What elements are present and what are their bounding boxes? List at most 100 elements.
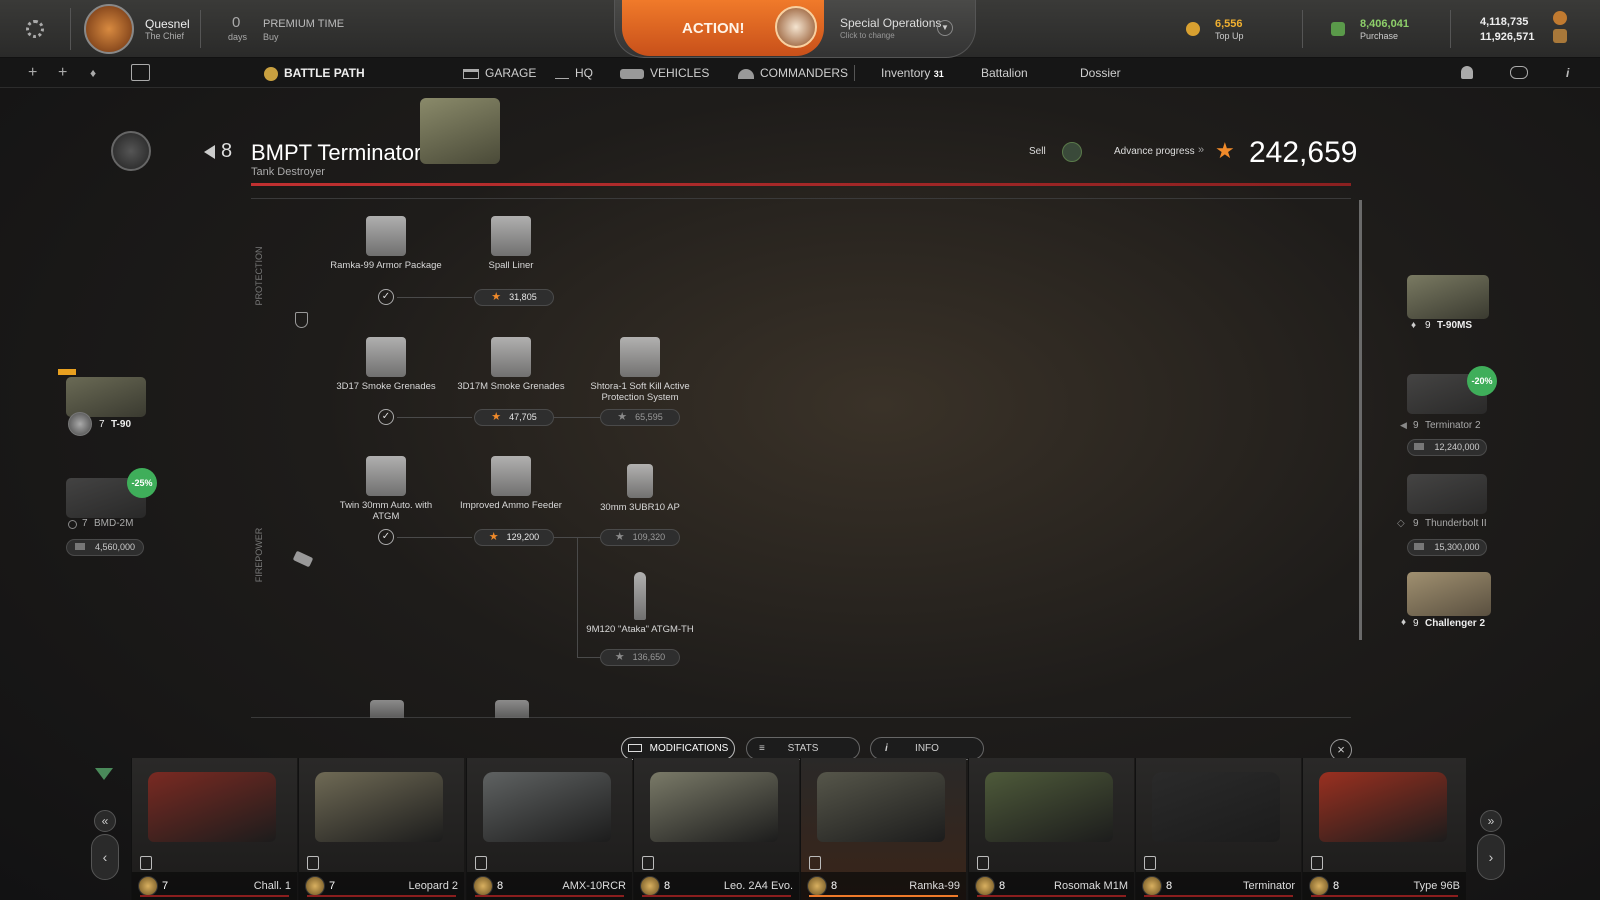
special-ops-label[interactable]: Special Operations	[840, 16, 941, 30]
tab-battle-path[interactable]: BATTLE PATH	[264, 58, 365, 88]
mod-cost-pill[interactable]: ★ 109,320	[600, 529, 680, 546]
filter-icon[interactable]	[95, 768, 113, 780]
player-name: Quesnel	[145, 17, 190, 31]
carousel-first-button[interactable]: «	[94, 810, 116, 832]
mod-3d17-smoke[interactable]: 3D17 Smoke Grenades	[326, 337, 446, 392]
carousel-vehicle-card[interactable]: 8 Terminator	[1135, 758, 1301, 900]
tree-vehicle-challenger2-tier: 9	[1413, 618, 1419, 629]
mod-name: 3D17M Smoke Grenades	[457, 381, 565, 392]
info-icon[interactable]: i	[1566, 58, 1569, 88]
buy-price-pill[interactable]: 12,240,000	[1407, 439, 1487, 456]
mod-shtora1[interactable]: Shtora-1 Soft Kill Active Protection Sys…	[580, 337, 700, 403]
gold-topup-link[interactable]: Top Up	[1215, 31, 1244, 41]
mod-3d17m-smoke[interactable]: 3D17M Smoke Grenades	[451, 337, 571, 392]
vehicle-name: BMPT Terminator	[251, 140, 422, 165]
smoke-grenade-icon	[366, 337, 406, 377]
health-bar	[977, 895, 1126, 897]
mod-cost-pill[interactable]: ★ 136,650	[600, 649, 680, 666]
tree-scrollbar[interactable]	[1359, 200, 1362, 640]
tier-chevron-icon	[204, 145, 215, 159]
carousel-vehicle-card[interactable]: 8 Rosomak M1M	[968, 758, 1134, 900]
tab-commanders[interactable]: COMMANDERS	[738, 58, 848, 88]
carousel-next-button[interactable]: ›	[1477, 834, 1505, 880]
mod-cost-pill[interactable]: ★ 31,805	[474, 289, 554, 306]
carousel-vehicle-card[interactable]: 8 Leo. 2A4 Evo.	[633, 758, 799, 900]
bookmark-icon[interactable]	[1144, 856, 1156, 870]
tab-garage[interactable]: GARAGE	[463, 58, 536, 88]
add-platoon-icon[interactable]: +	[28, 58, 37, 88]
mod-cost-pill[interactable]: ★ 47,705	[474, 409, 554, 426]
chevron-down-icon[interactable]: ▼	[937, 20, 953, 36]
tree-vehicle-thunderbolt2[interactable]	[1407, 474, 1487, 514]
tab-battalion[interactable]: Battalion	[981, 58, 1028, 88]
tree-vehicle-challenger2[interactable]	[1407, 572, 1491, 616]
carousel-vehicle-card[interactable]: 7 Chall. 1	[131, 758, 297, 900]
tab-stats[interactable]: ≡ STATS	[746, 737, 860, 760]
tab-dossier[interactable]: Dossier	[1080, 58, 1121, 88]
vehicle-thumbnail	[1152, 772, 1280, 842]
settings-icon[interactable]	[26, 20, 44, 38]
bookmark-icon[interactable]	[977, 856, 989, 870]
carousel-vehicle-tier: 8	[497, 880, 504, 892]
carousel-last-button[interactable]: »	[1480, 810, 1502, 832]
tab-info[interactable]: i INFO	[870, 737, 984, 760]
lock-icon[interactable]: ♦	[90, 58, 96, 88]
credits-purchase-link[interactable]: Purchase	[1360, 31, 1398, 41]
bookmark-icon[interactable]	[1311, 856, 1323, 870]
mod-ramka99-armor[interactable]: Ramka-99 Armor Package	[326, 216, 446, 271]
carousel-vehicle-card[interactable]: 8 Ramka-99	[800, 758, 966, 900]
hq-label: HQ	[575, 66, 593, 80]
tree-vehicle-t90[interactable]	[66, 377, 146, 417]
bookmark-icon[interactable]	[642, 856, 654, 870]
ammo-shells-icon	[627, 464, 653, 498]
tree-vehicle-bmd2m-name: BMD-2M	[94, 518, 134, 529]
bookmark-icon[interactable]	[475, 856, 487, 870]
carousel-prev-button[interactable]: ‹	[91, 834, 119, 880]
mod-name: 9M120 "Ataka" ATGM-TH	[586, 624, 694, 635]
avatar[interactable]	[84, 4, 134, 54]
action-button[interactable]: ACTION!	[622, 0, 824, 56]
mod-twin-30mm-atgm[interactable]: Twin 30mm Auto. with ATGM	[326, 456, 446, 522]
camera-icon[interactable]	[131, 64, 150, 81]
free-xp-icon	[1553, 29, 1567, 43]
carousel-vehicle-card[interactable]: 8 Type 96B	[1302, 758, 1466, 900]
section-firepower-label: FIREPOWER	[254, 527, 264, 583]
vehicle-class: Tank Destroyer	[251, 166, 325, 178]
mastery-badge-icon	[1142, 876, 1162, 896]
tree-vehicle-t90ms[interactable]	[1407, 275, 1489, 319]
mod-improved-ammo-feeder[interactable]: Improved Ammo Feeder	[451, 456, 571, 511]
sell-label[interactable]: Sell	[1029, 146, 1046, 157]
discount-badge: -20%	[1467, 366, 1497, 396]
inventory-count: 31	[933, 69, 944, 79]
xp-star-icon	[1553, 11, 1567, 25]
carousel-vehicle-card[interactable]: 8 AMX-10RCR	[466, 758, 632, 900]
mod-cost-pill[interactable]: ★ 65,595	[600, 409, 680, 426]
tab-vehicles[interactable]: VEHICLES	[620, 58, 709, 88]
list-icon: ≡	[759, 743, 765, 754]
premium-buy-link[interactable]: Buy	[263, 32, 279, 42]
tab-modifications[interactable]: MODIFICATIONS	[621, 737, 735, 760]
advance-progress-label[interactable]: Advance progress	[1114, 146, 1195, 157]
bookmark-icon[interactable]	[809, 856, 821, 870]
chat-icon[interactable]	[1510, 66, 1528, 79]
xp-star-icon-large: ★	[1215, 138, 1235, 163]
mod-9m120-ataka[interactable]: 9M120 "Ataka" ATGM-TH	[580, 572, 700, 635]
tab-inventory[interactable]: Inventory 31	[881, 58, 944, 88]
credits-icon	[1331, 22, 1345, 36]
carousel-vehicle-tier: 8	[831, 880, 838, 892]
tree-vehicle-t90ms-name: T-90MS	[1437, 320, 1473, 331]
add-friend-icon[interactable]: +	[58, 58, 67, 88]
gold-coin-icon	[1186, 22, 1200, 36]
buy-price-pill[interactable]: 15,300,000	[1407, 539, 1487, 556]
mod-spall-liner[interactable]: Spall Liner	[451, 216, 571, 271]
bookmark-icon[interactable]	[140, 856, 152, 870]
sell-credits-icon[interactable]	[1062, 142, 1082, 162]
profile-icon[interactable]	[1461, 66, 1473, 79]
carousel-vehicle-card[interactable]: 7 Leopard 2	[298, 758, 464, 900]
bookmark-icon[interactable]	[307, 856, 319, 870]
tab-hq[interactable]: HQ	[555, 58, 593, 88]
mod-30mm-3ubr10-ap[interactable]: 30mm 3UBR10 AP	[580, 464, 700, 513]
mastery-badge-icon	[975, 876, 995, 896]
mod-cost-pill[interactable]: ★ 129,200	[474, 529, 554, 546]
buy-price-pill[interactable]: 4,560,000	[66, 539, 144, 556]
